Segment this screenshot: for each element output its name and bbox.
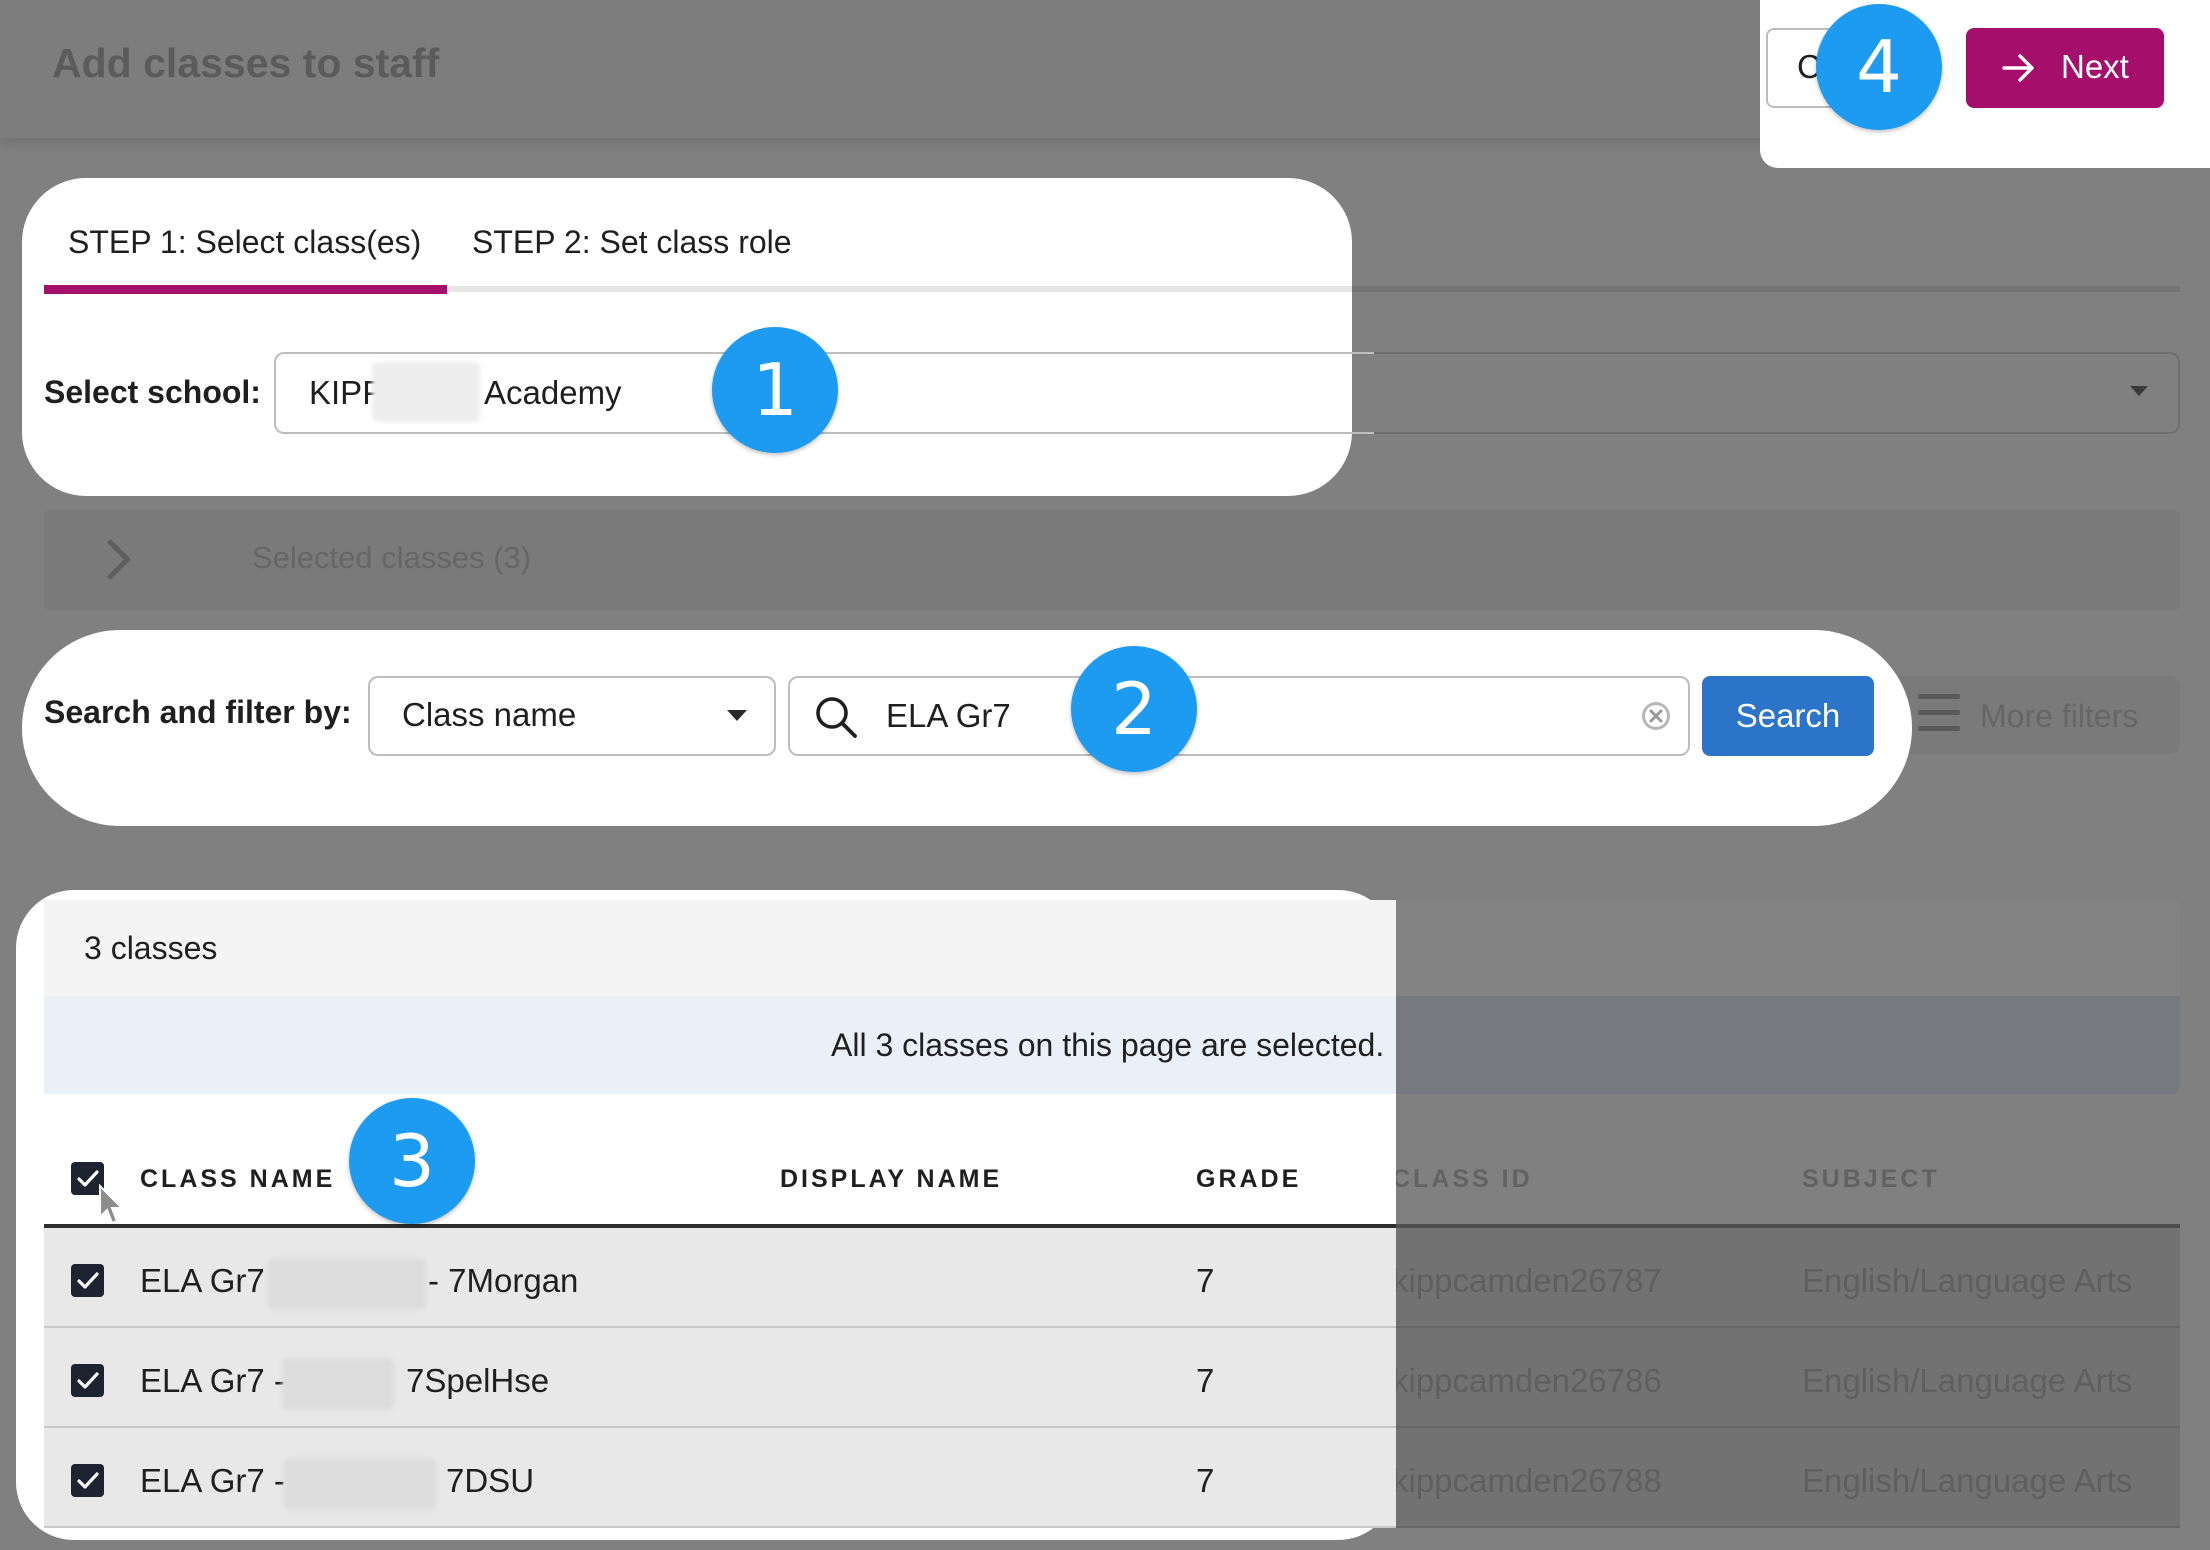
column-header-class-name[interactable]: CLASS NAME	[140, 1165, 335, 1194]
row-checkbox[interactable]	[71, 1264, 104, 1297]
checkmark-icon	[76, 1471, 99, 1489]
checkmark-icon	[76, 1169, 99, 1187]
school-name-end: Academy	[484, 374, 622, 411]
class-name-start: ELA Gr7 -	[140, 1462, 285, 1499]
redacted-class-name	[268, 1258, 426, 1310]
row-checkbox[interactable]	[71, 1364, 104, 1397]
grade-cell: 7	[1196, 1262, 1215, 1299]
search-button[interactable]: Search	[1702, 676, 1874, 756]
search-filter-label: Search and filter by:	[44, 694, 352, 730]
search-query: ELA Gr7	[886, 697, 1011, 734]
class-id-cell: kippcamden26786	[1392, 1362, 1662, 1399]
school-select-caret-icon[interactable]	[2130, 386, 2148, 396]
checkmark-icon	[76, 1271, 99, 1289]
mouse-cursor-icon	[99, 1183, 125, 1225]
results-count-bar	[44, 900, 1396, 996]
more-filters-label: More filters	[1980, 698, 2139, 734]
next-button-label: Next	[2061, 48, 2129, 85]
grade-cell: 7	[1196, 1362, 1215, 1399]
class-name-start: ELA Gr7 -	[140, 1362, 285, 1399]
checkmark-icon	[76, 1371, 99, 1389]
callout-badge-2: 2	[1071, 646, 1197, 772]
selection-banner-text: All 3 classes on this page are selected.	[831, 1027, 1385, 1063]
callout-badge-3: 3	[349, 1098, 475, 1224]
row-checkbox[interactable]	[71, 1464, 104, 1497]
callout-badge-4: 4	[1816, 4, 1942, 130]
column-header-grade[interactable]: GRADE	[1196, 1165, 1301, 1194]
tab-step-1[interactable]: STEP 1: Select class(es)	[68, 224, 421, 261]
class-id-cell: kippcamden26787	[1392, 1262, 1662, 1299]
class-name-end: - 7Morgan	[428, 1262, 579, 1299]
class-name-end: 7DSU	[446, 1462, 535, 1499]
select-school-label: Select school:	[44, 374, 261, 410]
subject-cell: English/Language Arts	[1802, 1262, 2133, 1299]
redacted-school-name	[372, 362, 480, 422]
search-icon	[816, 697, 857, 738]
class-name-end: 7SpelHse	[406, 1362, 550, 1399]
tab-step-2[interactable]: STEP 2: Set class role	[472, 224, 792, 261]
class-name-start: ELA Gr7	[140, 1262, 265, 1299]
grade-cell: 7	[1196, 1462, 1215, 1499]
selected-classes-label: Selected classes (3)	[252, 540, 532, 575]
next-button[interactable]: Next	[1966, 28, 2164, 108]
redacted-class-name	[282, 1358, 394, 1410]
callout-badge-1: 1	[712, 327, 838, 453]
filter-sliders-icon	[1918, 694, 1960, 734]
column-header-class-id[interactable]: CLASS ID	[1392, 1165, 1533, 1194]
class-id-cell: kippcamden26788	[1392, 1462, 1662, 1499]
caret-down-icon	[727, 710, 747, 721]
clear-search-icon[interactable]	[1640, 700, 1672, 732]
arrow-right-icon	[2002, 54, 2034, 82]
page-title: Add classes to staff	[52, 40, 440, 86]
subject-cell: English/Language Arts	[1802, 1462, 2133, 1499]
results-count: 3 classes	[84, 930, 218, 966]
column-header-display-name[interactable]: DISPLAY NAME	[780, 1165, 1002, 1194]
subject-cell: English/Language Arts	[1802, 1362, 2133, 1399]
column-header-subject[interactable]: SUBJECT	[1802, 1165, 1940, 1194]
filter-field-value: Class name	[402, 696, 577, 733]
active-tab-indicator	[44, 285, 447, 294]
redacted-class-name	[284, 1458, 436, 1510]
